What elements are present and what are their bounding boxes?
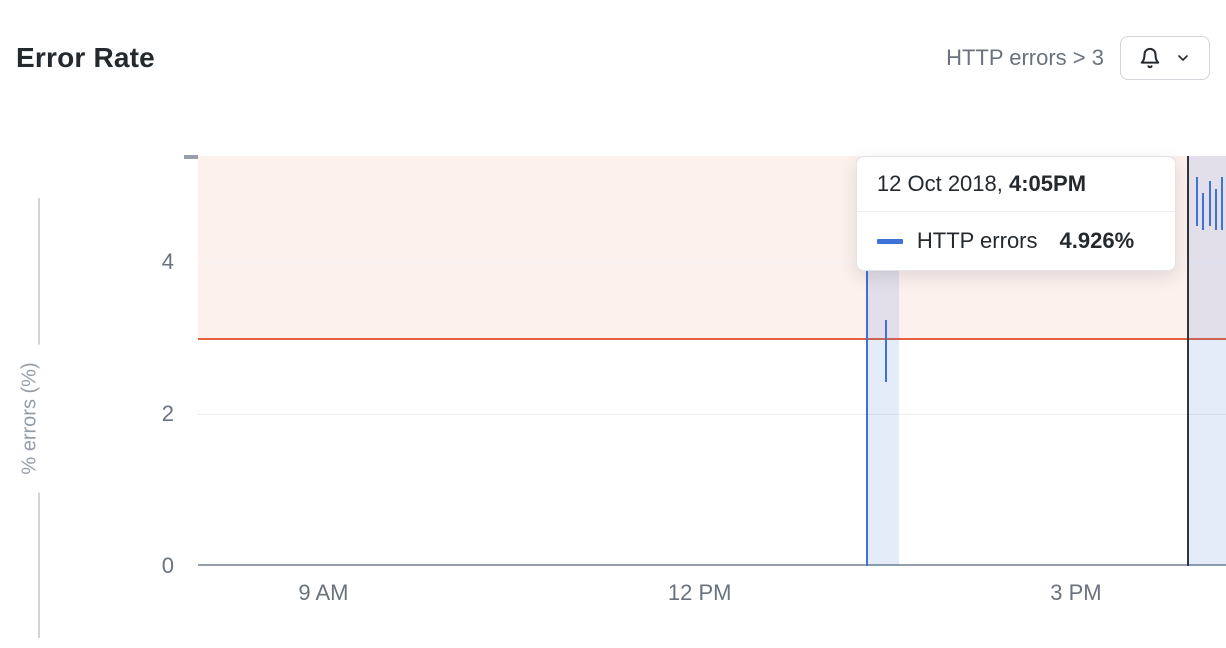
threshold-label: HTTP errors > 3 <box>946 45 1104 71</box>
series-color-swatch <box>877 239 903 244</box>
threshold-line <box>198 338 1226 340</box>
y-tick-label: 0 <box>162 553 198 579</box>
tooltip-series-row: HTTP errors 4.926% <box>857 212 1175 270</box>
series-line <box>1215 189 1217 230</box>
series-line <box>1196 177 1198 226</box>
y-axis-top-tick <box>184 155 198 159</box>
series-line <box>1209 181 1211 226</box>
tooltip-date: 12 Oct 2018, <box>877 171 1009 196</box>
x-tick-label: 9 AM <box>298 566 348 606</box>
series-line <box>885 320 887 382</box>
gridline <box>198 414 1226 415</box>
chevron-down-icon <box>1175 50 1191 66</box>
y-axis-label-wrap: % errors (%) <box>0 198 60 638</box>
x-tick-label: 12 PM <box>668 566 732 606</box>
chart-area[interactable]: % errors (%) 0 2 4 9 AM 12 PM 3 PM <box>0 98 1226 648</box>
bell-icon <box>1139 47 1161 69</box>
x-tick-label: 3 PM <box>1050 566 1101 606</box>
tooltip-series-value: 4.926% <box>1060 228 1135 254</box>
tooltip-series-name: HTTP errors <box>917 228 1038 254</box>
tooltip-time: 4:05PM <box>1009 171 1086 196</box>
panel-header: Error Rate HTTP errors > 3 <box>0 0 1226 80</box>
header-controls: HTTP errors > 3 <box>946 36 1210 80</box>
tooltip-timestamp: 12 Oct 2018, 4:05PM <box>857 157 1175 212</box>
panel-title: Error Rate <box>16 42 155 74</box>
y-axis-label: % errors (%) <box>19 344 42 492</box>
series-line <box>1221 177 1223 230</box>
notification-menu-button[interactable] <box>1120 36 1210 80</box>
hover-tooltip: 12 Oct 2018, 4:05PM HTTP errors 4.926% <box>856 156 1176 271</box>
y-tick-label: 2 <box>162 401 198 427</box>
plot-region[interactable]: 0 2 4 9 AM 12 PM 3 PM 12 Oct 2018, 4:05P… <box>198 156 1226 566</box>
y-tick-label: 4 <box>162 249 198 275</box>
series-line <box>1202 193 1204 230</box>
